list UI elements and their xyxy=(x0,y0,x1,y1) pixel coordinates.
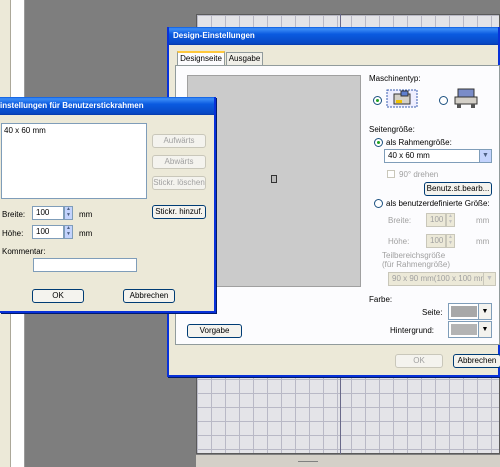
comment-label: Kommentar: xyxy=(2,247,46,256)
background-color-label: Hintergrund: xyxy=(390,326,435,335)
chevron-down-icon[interactable]: ▼ xyxy=(479,150,491,162)
frame-height-label: Höhe: xyxy=(2,229,24,238)
custom-width-spinner[interactable]: ▲ ▼ xyxy=(446,213,455,227)
frame-preview-marker xyxy=(271,175,277,183)
design-settings-dialog: Design-Einstellungen Designseite Ausgabe… xyxy=(167,27,500,377)
list-item[interactable]: 40 x 60 mm xyxy=(4,126,46,135)
custom-width-input[interactable]: 100 xyxy=(426,213,446,227)
design-ok-button[interactable]: OK xyxy=(395,354,443,368)
rotate-checkbox[interactable] xyxy=(387,170,395,178)
custom-height-input[interactable]: 100 xyxy=(426,234,446,248)
custom-size-radio[interactable] xyxy=(374,199,383,208)
user-frame-dialog: instellungen für Benutzerstickrahmen 40 … xyxy=(0,97,216,313)
frame-list[interactable]: 40 x 60 mm xyxy=(1,123,147,199)
custom-height-label: Höhe: xyxy=(388,237,410,246)
move-up-button[interactable]: Aufwärts xyxy=(152,134,206,148)
background-color-picker[interactable]: ▼ xyxy=(448,321,492,338)
custom-height-unit: mm xyxy=(476,237,490,246)
rotate-label: 90° drehen xyxy=(399,170,439,179)
frame-width-unit: mm xyxy=(79,210,93,219)
background-color-swatch xyxy=(451,324,477,335)
tab-designseite[interactable]: Designseite xyxy=(177,51,225,65)
move-down-button[interactable]: Abwärts xyxy=(152,155,206,169)
scroll-thumb[interactable] xyxy=(298,461,318,462)
custom-width-label: Breite: xyxy=(388,216,412,225)
frame-height-spinner[interactable]: ▲ ▼ xyxy=(64,225,73,239)
sub-area-select[interactable]: 90 x 90 mm(100 x 100 mm) ▼ xyxy=(388,272,496,286)
embroidery-machine-icon xyxy=(386,87,420,109)
frame-width-spinner[interactable]: ▲ ▼ xyxy=(64,206,73,220)
sub-area-label-2: (für Rahmengröße) xyxy=(382,260,451,269)
color-label: Farbe: xyxy=(369,295,393,304)
bottom-scrollbar[interactable] xyxy=(196,454,500,467)
page-color-swatch xyxy=(451,306,477,317)
custom-width-unit: mm xyxy=(476,216,490,225)
design-settings-titlebar[interactable]: Design-Einstellungen xyxy=(169,27,498,45)
default-button[interactable]: Vorgabe xyxy=(187,324,242,338)
comment-input[interactable] xyxy=(33,258,137,272)
design-cancel-button[interactable]: Abbrechen xyxy=(453,354,500,368)
machine-type-radio-1[interactable] xyxy=(373,96,382,105)
multi-needle-machine-icon xyxy=(452,87,480,109)
frame-size-select[interactable]: 40 x 60 mm ▼ xyxy=(384,149,492,163)
frame-size-radio-label: als Rahmengröße: xyxy=(386,138,452,147)
delete-frame-button[interactable]: Stickr. löschen xyxy=(152,176,206,190)
chevron-down-icon[interactable]: ▼ xyxy=(478,304,491,319)
frame-size-radio[interactable] xyxy=(374,138,383,147)
frame-ok-button[interactable]: OK xyxy=(32,289,84,303)
custom-height-spinner[interactable]: ▲ ▼ xyxy=(446,234,455,248)
page-color-picker[interactable]: ▼ xyxy=(448,303,492,320)
frame-height-input[interactable]: 100 xyxy=(32,225,64,239)
page-color-label: Seite: xyxy=(422,308,443,317)
custom-size-radio-label: als benutzerdefinierte Größe: xyxy=(386,199,490,208)
chevron-down-icon[interactable]: ▼ xyxy=(478,322,491,337)
frame-height-unit: mm xyxy=(79,229,93,238)
user-frame-titlebar[interactable]: instellungen für Benutzerstickrahmen xyxy=(0,97,214,115)
add-frame-button[interactable]: Stickr. hinzuf. xyxy=(152,205,206,219)
page-size-label: Seitengröße: xyxy=(369,125,415,134)
tab-ausgabe[interactable]: Ausgabe xyxy=(226,52,263,65)
edit-user-frames-button[interactable]: Benutz.st.bearb... xyxy=(424,182,492,196)
machine-type-radio-2[interactable] xyxy=(439,96,448,105)
frame-cancel-button[interactable]: Abbrechen xyxy=(123,289,175,303)
user-frame-title: instellungen für Benutzerstickrahmen xyxy=(0,101,144,110)
sub-area-label-1: Teilbereichsgröße xyxy=(382,251,446,260)
frame-width-input[interactable]: 100 xyxy=(32,206,64,220)
design-settings-title: Design-Einstellungen xyxy=(173,31,255,40)
machine-type-label: Maschinentyp: xyxy=(369,74,421,83)
chevron-down-icon[interactable]: ▼ xyxy=(483,273,495,285)
frame-width-label: Breite: xyxy=(2,210,26,219)
